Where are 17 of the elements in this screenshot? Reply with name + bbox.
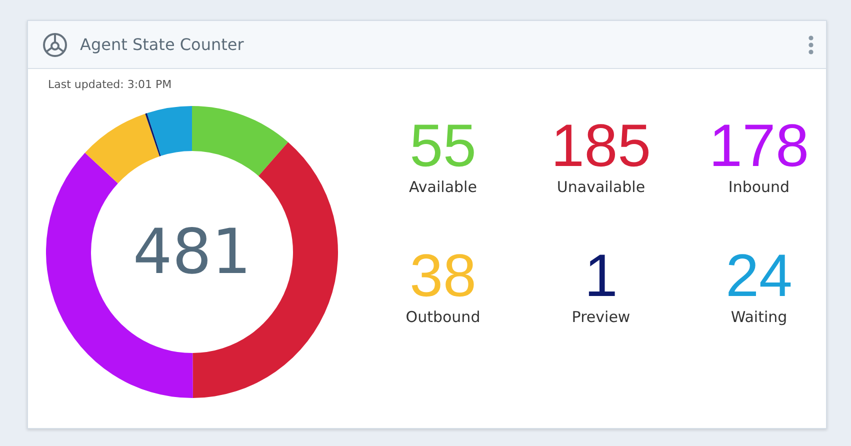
state-label: Waiting xyxy=(730,308,788,326)
state-count: 24 xyxy=(726,246,792,306)
more-options-icon[interactable] xyxy=(808,34,814,54)
state-count: 38 xyxy=(410,246,476,306)
state-label: Outbound xyxy=(406,308,480,326)
state-label: Available xyxy=(409,178,477,196)
chart-icon xyxy=(42,32,68,58)
state-count: 1 xyxy=(584,246,618,306)
state-count: 185 xyxy=(550,116,652,176)
total-count: 481 xyxy=(132,221,252,283)
state-count: 55 xyxy=(410,116,476,176)
state-count: 178 xyxy=(708,116,810,176)
state-label: Unavailable xyxy=(556,178,646,196)
last-updated-text: Last updated: 3:01 PM xyxy=(48,78,172,91)
state-label: Inbound xyxy=(728,178,790,196)
widget-title: Agent State Counter xyxy=(80,35,245,54)
state-label: Preview xyxy=(572,308,630,326)
